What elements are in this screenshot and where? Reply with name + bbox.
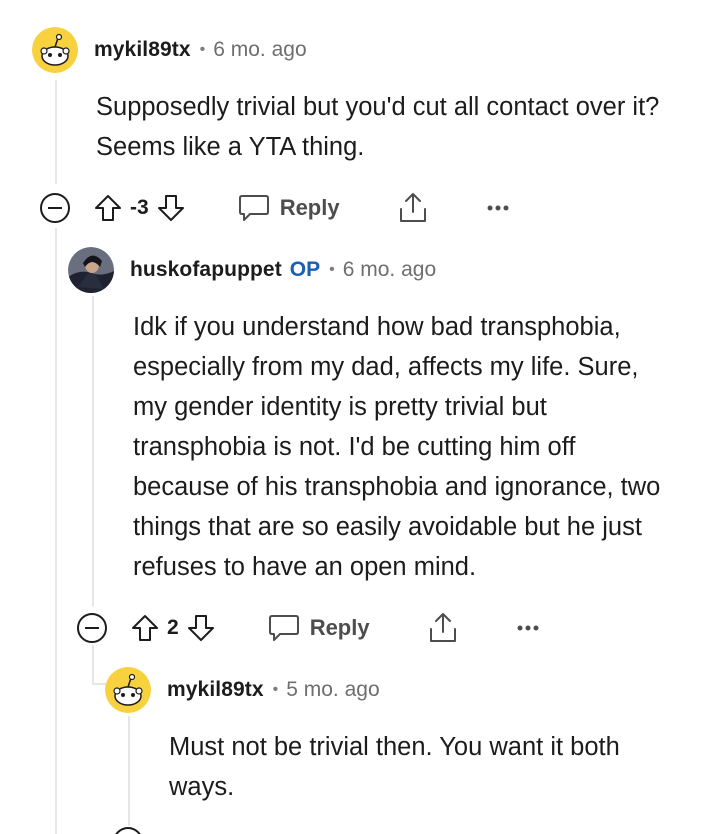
snoo-avatar-icon[interactable] (32, 27, 78, 73)
thread-line (92, 645, 94, 685)
separator-dot: • (199, 41, 206, 58)
collapse-icon[interactable] (39, 192, 71, 224)
comment-action-bar (112, 826, 144, 834)
upvote-icon[interactable] (130, 613, 160, 643)
more-options-icon[interactable] (486, 203, 510, 213)
timestamp[interactable]: 6 mo. ago (213, 38, 306, 62)
downvote-icon[interactable] (186, 613, 216, 643)
thread-line (128, 716, 130, 834)
chat-bubble-icon (238, 193, 270, 223)
comment-body: Must not be trivial then. You want it bo… (169, 733, 620, 801)
comment-header: mykil89tx • 6 mo. ago (32, 25, 307, 75)
separator-dot: • (272, 681, 279, 698)
username[interactable]: huskofapuppet (130, 258, 282, 282)
username[interactable]: mykil89tx (94, 38, 191, 62)
comment-action-bar: 2 Reply (76, 606, 540, 650)
comment-body: Idk if you understand how bad transphobi… (133, 313, 661, 581)
vote-count: 2 (167, 616, 179, 639)
vote-group: -3 (93, 193, 186, 223)
more-options-icon[interactable] (516, 623, 540, 633)
collapse-icon[interactable] (112, 826, 144, 834)
reply-button[interactable]: Reply (268, 613, 370, 643)
chat-bubble-icon (268, 613, 300, 643)
reply-button[interactable]: Reply (238, 193, 340, 223)
snoo-avatar-icon[interactable] (105, 667, 151, 713)
thread-line (55, 80, 57, 184)
share-icon[interactable] (426, 611, 460, 645)
reply-label: Reply (309, 615, 370, 640)
upvote-icon[interactable] (93, 193, 123, 223)
thread-line (55, 228, 57, 834)
op-badge: OP (289, 258, 321, 281)
reply-label: Reply (279, 195, 340, 220)
comment-header: huskofapuppet OP • 6 mo. ago (68, 245, 436, 295)
comment-header: mykil89tx • 5 mo. ago (105, 665, 380, 715)
downvote-icon[interactable] (156, 193, 186, 223)
comment-body: Supposedly trivial but you'd cut all con… (96, 93, 660, 161)
collapse-icon[interactable] (76, 612, 108, 644)
timestamp[interactable]: 5 mo. ago (286, 678, 379, 702)
comment-action-bar: -3 Reply (39, 186, 510, 230)
thread-line (92, 296, 94, 606)
vote-group: 2 (130, 613, 216, 643)
share-icon[interactable] (396, 191, 430, 225)
username[interactable]: mykil89tx (167, 678, 264, 702)
separator-dot: • (329, 261, 335, 278)
timestamp[interactable]: 6 mo. ago (343, 258, 436, 282)
user-photo-avatar[interactable] (68, 247, 114, 293)
vote-count: -3 (130, 196, 149, 219)
